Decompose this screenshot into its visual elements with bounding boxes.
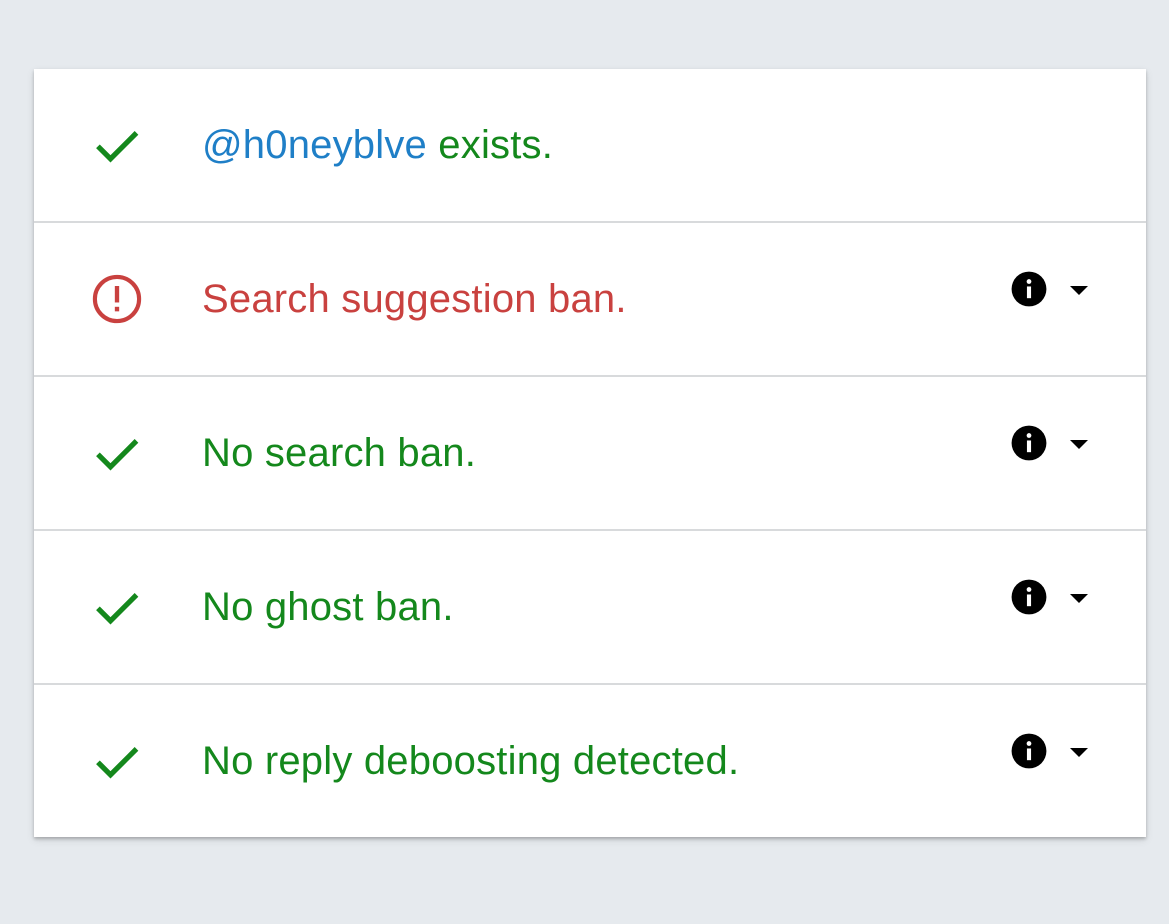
- results-card: @h0neyblve exists. Search suggestion ban…: [34, 69, 1146, 837]
- info-icon[interactable]: [1010, 578, 1048, 616]
- chevron-down-icon[interactable]: [1070, 748, 1088, 758]
- result-text: No search ban.: [202, 431, 477, 475]
- result-text: @h0neyblve exists.: [202, 121, 553, 169]
- result-text: Search suggestion ban.: [202, 277, 627, 321]
- alert-circle-icon: [92, 274, 142, 324]
- result-row-search-suggestion-ban: Search suggestion ban.: [34, 223, 1146, 377]
- check-icon: [96, 747, 139, 779]
- check-icon: [96, 439, 139, 471]
- chevron-down-icon[interactable]: [1070, 594, 1088, 604]
- result-text: No reply deboosting detected.: [202, 739, 740, 783]
- check-icon: [96, 593, 139, 625]
- result-row-search-ban: No search ban.: [34, 377, 1146, 531]
- result-row-ghost-ban: No ghost ban.: [34, 531, 1146, 685]
- chevron-down-icon[interactable]: [1070, 440, 1088, 450]
- result-text: No ghost ban.: [202, 585, 454, 629]
- result-row-exists: @h0neyblve exists.: [34, 69, 1146, 223]
- exists-label: exists.: [438, 123, 554, 167]
- result-row-reply-deboosting: No reply deboosting detected.: [34, 685, 1146, 837]
- info-icon[interactable]: [1010, 424, 1048, 462]
- info-icon[interactable]: [1010, 732, 1048, 770]
- info-icon[interactable]: [1010, 270, 1048, 308]
- chevron-down-icon[interactable]: [1070, 286, 1088, 296]
- check-icon: [96, 131, 139, 163]
- account-handle-link[interactable]: @h0neyblve: [202, 123, 427, 167]
